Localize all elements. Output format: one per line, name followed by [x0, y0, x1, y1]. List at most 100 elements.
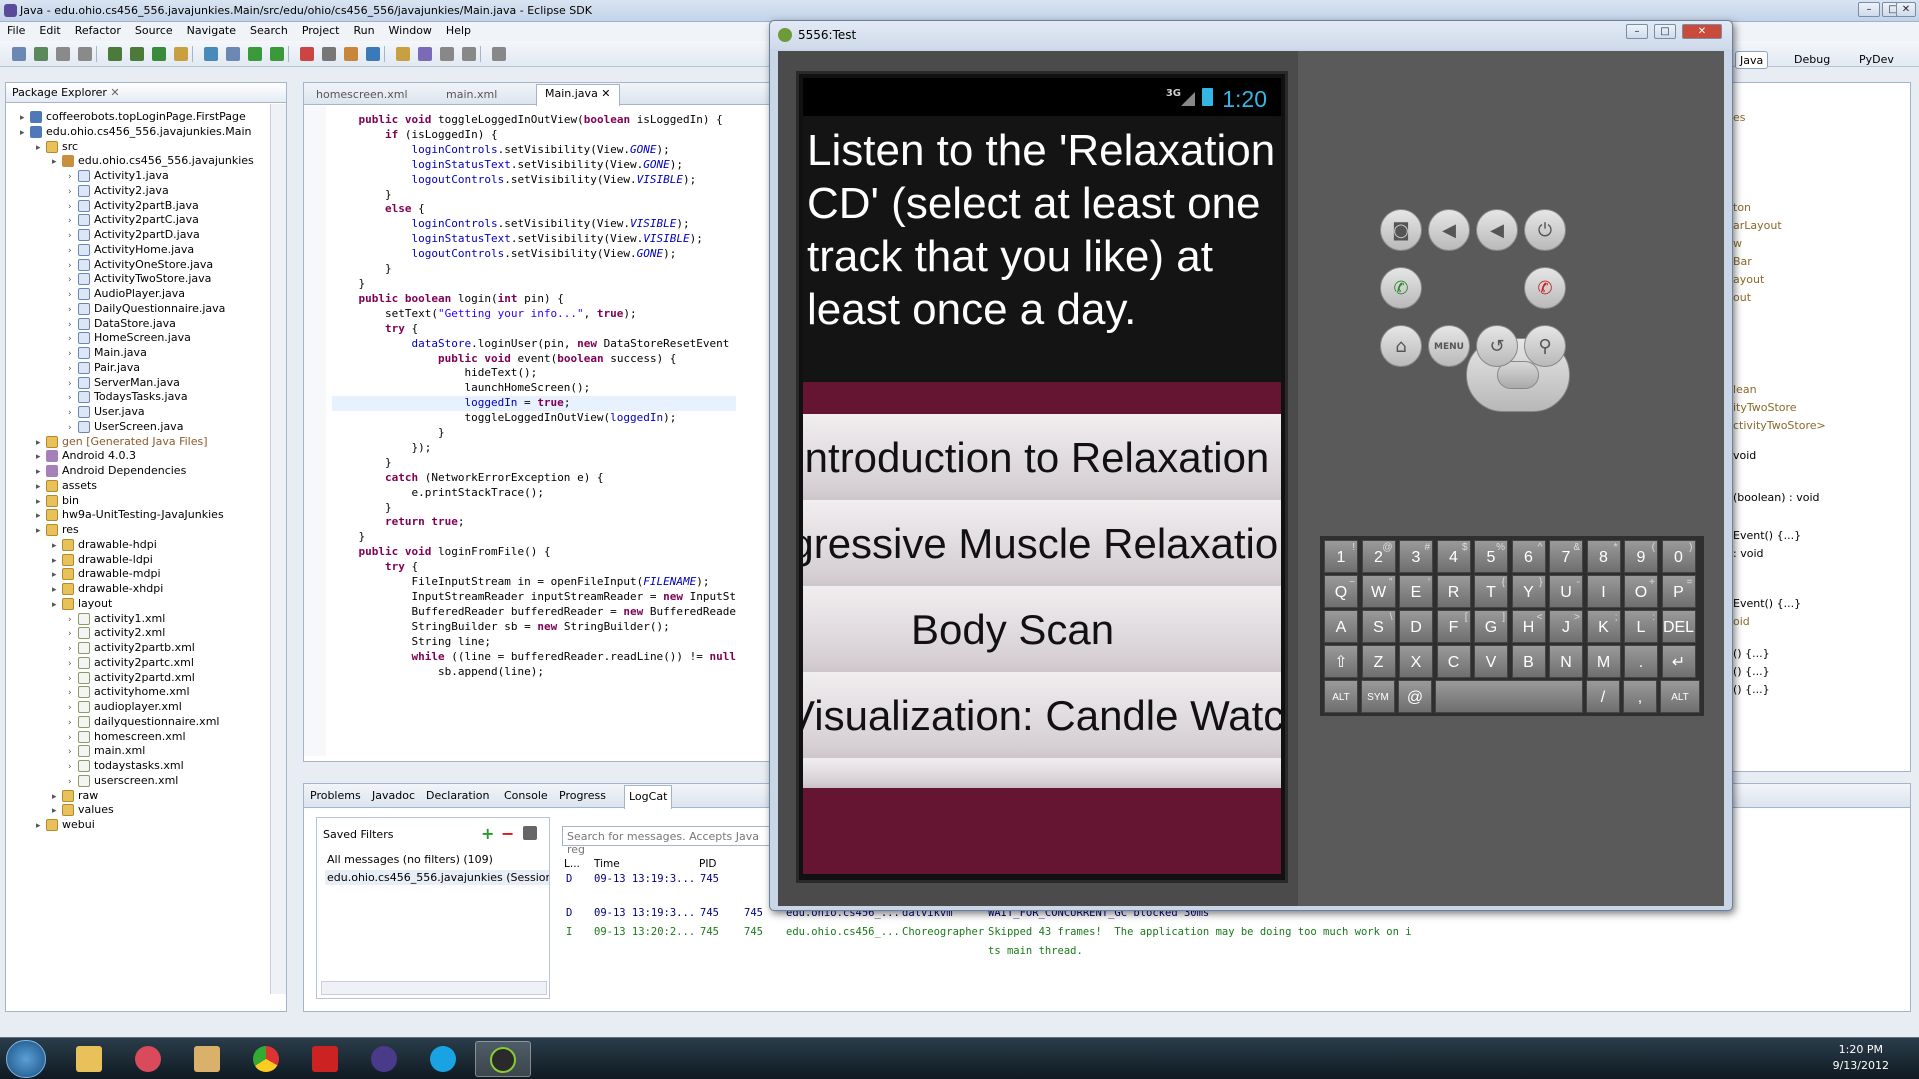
key[interactable]: G] — [1474, 610, 1508, 643]
code-line[interactable]: FileInputStream in = openFileInput(FILEN… — [332, 575, 736, 590]
outline-item[interactable]: w — [1733, 237, 1742, 250]
key[interactable]: X — [1399, 645, 1433, 678]
code-line[interactable]: setText("Getting your info...", true); — [332, 307, 736, 322]
code-line[interactable]: catch (NetworkErrorException e) { — [332, 471, 736, 486]
key[interactable]: A — [1324, 610, 1358, 643]
code-line[interactable]: loginControls.setVisibility(View.VISIBLE… — [332, 217, 736, 232]
search-button[interactable]: ⚲ — [1524, 325, 1566, 367]
tab-logcat[interactable]: LogCat — [624, 785, 673, 809]
expand-icon[interactable]: ▸ — [52, 596, 62, 614]
code-line[interactable]: String line; — [332, 635, 736, 650]
outline-item[interactable]: () {...} — [1733, 647, 1770, 660]
track-button[interactable] — [803, 758, 1281, 788]
perspective-debug[interactable]: Debug — [1790, 51, 1834, 69]
expand-icon[interactable]: ▸ — [36, 817, 46, 835]
toolbar-button-icon[interactable] — [248, 47, 262, 61]
outline-item[interactable]: ityTwoStore — [1733, 401, 1797, 414]
outline-item[interactable]: Bar — [1733, 255, 1752, 268]
outline-item[interactable]: es — [1733, 111, 1746, 124]
log-column-header[interactable]: Time — [594, 858, 620, 870]
edit-filter-icon[interactable] — [523, 826, 537, 840]
end-call-button[interactable]: ✆ — [1524, 267, 1566, 309]
key[interactable]: F[ — [1436, 610, 1471, 643]
toolbar-button-icon[interactable] — [130, 47, 144, 61]
code-line[interactable]: e.printStackTrace(); — [332, 486, 736, 501]
key[interactable]: @ — [1398, 680, 1432, 713]
key[interactable]: Z — [1361, 645, 1396, 678]
toolbar-button-icon[interactable] — [322, 47, 336, 61]
package-explorer-scrollbar[interactable] — [270, 104, 286, 994]
tab-main-java[interactable]: Main.java ✕ — [536, 84, 620, 106]
key[interactable]: ↵ — [1661, 645, 1696, 678]
camera-button[interactable]: ◙ — [1380, 209, 1422, 251]
toolbar-button-icon[interactable] — [78, 47, 92, 61]
code-line[interactable]: loggedIn = true; — [332, 396, 737, 412]
filter-all-messages[interactable]: All messages (no filters) (109) — [327, 853, 493, 866]
tree-item[interactable]: ▸ webui — [36, 816, 95, 834]
menu-edit[interactable]: Edit — [32, 22, 67, 39]
menu-navigate[interactable]: Navigate — [180, 22, 243, 39]
code-line[interactable]: } — [332, 277, 736, 292]
toolbar-button-icon[interactable] — [270, 47, 284, 61]
key[interactable]: V — [1474, 645, 1508, 678]
track-button[interactable]: Introduction to Relaxation — [803, 414, 1281, 506]
code-line[interactable]: hideText(); — [332, 366, 736, 381]
code-line[interactable]: return true; — [332, 515, 736, 530]
toolbar-button-icon[interactable] — [12, 47, 26, 61]
outline-item[interactable]: out — [1733, 291, 1751, 304]
tab-console[interactable]: Console — [504, 789, 548, 802]
key[interactable]: J > — [1549, 610, 1583, 643]
menu-search[interactable]: Search — [243, 22, 295, 39]
outline-item[interactable]: oid — [1733, 615, 1750, 628]
key[interactable]: DEL — [1661, 610, 1696, 643]
tab-javadoc[interactable]: Javadoc — [372, 789, 415, 802]
track-button[interactable]: Visualization: Candle Watching — [803, 672, 1281, 764]
taskbar-flash[interactable] — [298, 1041, 354, 1077]
code-line[interactable]: public void event(boolean success) { — [332, 352, 736, 367]
outline-item[interactable]: lean — [1733, 383, 1757, 396]
key[interactable]: B — [1511, 645, 1546, 678]
outline-item[interactable]: Event() {...} — [1733, 597, 1801, 610]
toolbar-button-icon[interactable] — [108, 47, 122, 61]
toolbar-button-icon[interactable] — [226, 47, 240, 61]
minimize-button[interactable]: – — [1858, 2, 1880, 17]
toolbar-button-icon[interactable] — [366, 47, 380, 61]
taskbar-eclipse[interactable] — [357, 1041, 413, 1077]
code-line[interactable]: sb.append(line); — [332, 665, 736, 680]
outline-item[interactable]: void — [1733, 449, 1756, 462]
menu-help[interactable]: Help — [439, 22, 478, 39]
key[interactable]: P = — [1661, 575, 1696, 608]
remove-filter-icon[interactable]: − — [501, 824, 514, 843]
code-line[interactable]: StringBuilder sb = new StringBuilder(); — [332, 620, 736, 635]
code-line[interactable]: if (isLoggedIn) { — [332, 128, 736, 143]
code-line[interactable]: loginStatusText.setVisibility(View.VISIB… — [332, 232, 736, 247]
key[interactable]: K; — [1586, 610, 1621, 643]
track-button[interactable]: Progressive Muscle Relaxation — [803, 500, 1281, 592]
taskbar-chrome[interactable] — [239, 1041, 295, 1077]
code-line[interactable]: loginStatusText.setVisibility(View.GONE)… — [332, 158, 736, 173]
toolbar-button-icon[interactable] — [34, 47, 48, 61]
code-line[interactable]: } — [332, 262, 736, 277]
code-line[interactable]: } — [332, 188, 736, 203]
filter-session[interactable]: edu.ohio.cs456_556.javajunkies (Session … — [325, 870, 549, 885]
toolbar-button-icon[interactable] — [492, 47, 506, 61]
tab-main-xml[interactable]: main.xml — [438, 86, 505, 103]
menu-button[interactable]: MENU — [1428, 325, 1470, 367]
perspective-pydev[interactable]: PyDev — [1855, 51, 1898, 69]
tab-homescreen-xml[interactable]: homescreen.xml — [308, 86, 416, 103]
taskbar-explorer[interactable] — [62, 1041, 118, 1077]
add-filter-icon[interactable]: + — [481, 824, 494, 843]
key[interactable]: N — [1549, 645, 1583, 678]
key[interactable]: 8 * — [1586, 540, 1621, 573]
key[interactable]: . — [1624, 645, 1658, 678]
volume-down-button[interactable]: ◀ — [1428, 209, 1470, 251]
code-line[interactable]: else { — [332, 202, 736, 217]
menu-refactor[interactable]: Refactor — [68, 22, 128, 39]
key[interactable]: ALT — [1660, 680, 1700, 713]
log-search-input[interactable]: Search for messages. Accepts Java reg — [562, 826, 772, 856]
toolbar-button-icon[interactable] — [396, 47, 410, 61]
toolbar-button-icon[interactable] — [440, 47, 454, 61]
toolbar-button-icon[interactable] — [204, 47, 218, 61]
toolbar-button-icon[interactable] — [56, 47, 70, 61]
emulator-close-button[interactable]: ✕ — [1682, 24, 1722, 39]
